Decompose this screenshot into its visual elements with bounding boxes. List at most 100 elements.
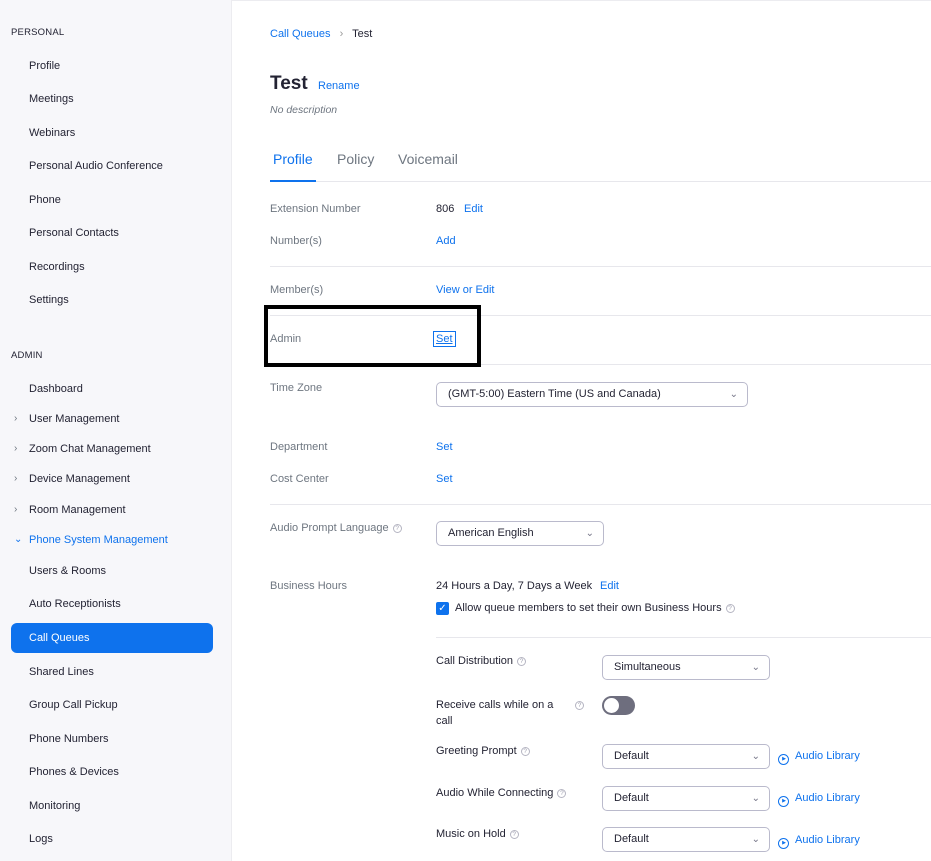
rename-link[interactable]: Rename — [318, 80, 360, 92]
time-zone-select[interactable]: (GMT-5:00) Eastern Time (US and Canada) … — [436, 382, 748, 407]
description-text: No description — [270, 104, 338, 116]
sidebar-item-logs[interactable]: Logs — [11, 824, 213, 854]
call-distribution-select[interactable]: Simultaneous ⌄ — [602, 655, 770, 680]
cost-center-label: Cost Center — [270, 473, 329, 485]
page-title: Test — [270, 73, 308, 94]
sidebar-item-auto-receptionists[interactable]: Auto Receptionists — [11, 589, 213, 619]
chevron-down-icon: ⌄ — [729, 389, 738, 400]
tabs-divider — [270, 181, 931, 182]
breadcrumb: Call Queues › Test — [270, 28, 372, 40]
sidebar-item-device-management[interactable]: › Device Management — [11, 464, 213, 494]
chevron-right-icon: › — [14, 473, 18, 484]
extension-number-label: Extension Number — [270, 203, 361, 215]
checkmark-icon: ✓ — [438, 603, 447, 614]
sidebar-item-settings[interactable]: Settings — [11, 285, 213, 315]
receive-calls-label: Receive calls while on a call — [436, 699, 554, 727]
chevron-down-icon: ⌄ — [751, 834, 760, 845]
sidebar-item-label: Device Management — [29, 473, 130, 485]
call-distribution-text: Call Distribution — [436, 655, 514, 667]
audio-prompt-language-value: American English — [448, 527, 534, 539]
sidebar-item-phone-system-management[interactable]: ⌄ Phone System Management — [11, 525, 213, 555]
sidebar-item-label: Phone System Management — [29, 534, 168, 546]
greeting-prompt-value: Default — [614, 750, 649, 762]
audio-prompt-language-select[interactable]: American English ⌄ — [436, 521, 604, 546]
sidebar-item-dashboard[interactable]: Dashboard — [11, 374, 213, 404]
business-hours-edit-link[interactable]: Edit — [600, 580, 619, 592]
help-icon[interactable]: ? — [557, 789, 567, 798]
sidebar-item-phone[interactable]: Phone — [11, 185, 213, 215]
sidebar: PERSONAL Profile Meetings Webinars Perso… — [0, 0, 232, 861]
sidebar-item-users-rooms[interactable]: Users & Rooms — [11, 556, 213, 586]
sidebar-item-phones-devices[interactable]: Phones & Devices — [11, 757, 213, 787]
receive-calls-help: ? — [571, 699, 584, 711]
audio-while-connecting-text: Audio While Connecting — [436, 787, 554, 799]
tab-voicemail[interactable]: Voicemail — [398, 151, 458, 167]
tab-policy[interactable]: Policy — [337, 151, 374, 167]
greeting-prompt-select[interactable]: Default ⌄ — [602, 744, 770, 769]
sidebar-item-profile[interactable]: Profile — [11, 51, 213, 81]
sidebar-item-phone-numbers[interactable]: Phone Numbers — [11, 724, 213, 754]
divider — [270, 266, 931, 267]
sidebar-item-label: Room Management — [29, 504, 126, 516]
greeting-audio-library-link[interactable]: ▶ Audio Library — [778, 750, 860, 765]
play-circle-icon: ▶ — [778, 754, 789, 765]
numbers-add-link[interactable]: Add — [436, 235, 456, 247]
admin-highlight-box — [264, 305, 481, 367]
chevron-down-icon: ⌄ — [14, 534, 23, 545]
admin-section-title: ADMIN — [11, 350, 43, 361]
help-icon[interactable]: ? — [517, 657, 527, 666]
sidebar-item-personal-audio-conference[interactable]: Personal Audio Conference — [11, 151, 213, 181]
sidebar-item-call-queues[interactable]: Call Queues — [11, 623, 213, 653]
members-label: Member(s) — [270, 284, 324, 296]
time-zone-value: (GMT-5:00) Eastern Time (US and Canada) — [448, 388, 661, 400]
chevron-right-icon: › — [14, 504, 18, 515]
help-icon[interactable]: ? — [575, 701, 584, 710]
sidebar-item-monitoring[interactable]: Monitoring — [11, 791, 213, 821]
play-circle-icon: ▶ — [778, 838, 789, 849]
sidebar-item-label: Zoom Chat Management — [29, 443, 151, 455]
members-view-edit-link[interactable]: View or Edit — [436, 284, 495, 296]
sidebar-item-user-management[interactable]: › User Management — [11, 404, 213, 434]
cost-center-set-link[interactable]: Set — [436, 473, 453, 485]
extension-edit-link[interactable]: Edit — [464, 203, 483, 215]
personal-section-title: PERSONAL — [11, 27, 65, 38]
extension-number-value: 806 — [436, 203, 455, 215]
breadcrumb-call-queues-link[interactable]: Call Queues — [270, 28, 331, 40]
chevron-right-icon: › — [14, 443, 18, 454]
audio-prompt-language-label: Audio Prompt Language? — [270, 522, 402, 534]
audio-library-text: Audio Library — [795, 792, 860, 804]
help-icon[interactable]: ? — [509, 830, 519, 839]
hold-audio-library-link[interactable]: ▶ Audio Library — [778, 834, 860, 849]
sidebar-item-recordings[interactable]: Recordings — [11, 252, 213, 282]
sidebar-item-personal-contacts[interactable]: Personal Contacts — [11, 218, 213, 248]
help-icon[interactable]: ? — [520, 747, 530, 756]
sidebar-item-zoom-chat-management[interactable]: › Zoom Chat Management — [11, 434, 213, 464]
audio-library-text: Audio Library — [795, 750, 860, 762]
main-content: Call Queues › Test Test Rename No descri… — [232, 0, 931, 861]
business-hours-value: 24 Hours a Day, 7 Days a Week — [436, 580, 593, 592]
play-circle-icon: ▶ — [778, 796, 789, 807]
allow-members-checkbox[interactable]: ✓ — [436, 602, 449, 615]
sidebar-item-webinars[interactable]: Webinars — [11, 118, 213, 148]
call-distribution-label: Call Distribution? — [436, 655, 527, 667]
time-zone-label: Time Zone — [270, 382, 323, 394]
help-icon[interactable]: ? — [392, 524, 402, 533]
department-set-link[interactable]: Set — [436, 441, 453, 453]
connecting-audio-library-link[interactable]: ▶ Audio Library — [778, 792, 860, 807]
sidebar-item-meetings[interactable]: Meetings — [11, 84, 213, 114]
audio-while-connecting-select[interactable]: Default ⌄ — [602, 786, 770, 811]
sidebar-item-group-call-pickup[interactable]: Group Call Pickup — [11, 690, 213, 720]
music-on-hold-text: Music on Hold — [436, 828, 506, 840]
help-icon[interactable]: ? — [725, 604, 735, 613]
chevron-down-icon: ⌄ — [585, 528, 594, 539]
divider — [270, 504, 931, 505]
music-on-hold-label: Music on Hold? — [436, 828, 519, 840]
sidebar-item-room-management[interactable]: › Room Management — [11, 495, 213, 525]
tab-profile[interactable]: Profile — [273, 151, 313, 167]
audio-while-connecting-label: Audio While Connecting? — [436, 787, 567, 799]
sidebar-item-shared-lines[interactable]: Shared Lines — [11, 657, 213, 687]
greeting-prompt-label: Greeting Prompt? — [436, 745, 530, 757]
chevron-down-icon: ⌄ — [751, 793, 760, 804]
receive-calls-toggle[interactable] — [602, 696, 635, 715]
music-on-hold-select[interactable]: Default ⌄ — [602, 827, 770, 852]
